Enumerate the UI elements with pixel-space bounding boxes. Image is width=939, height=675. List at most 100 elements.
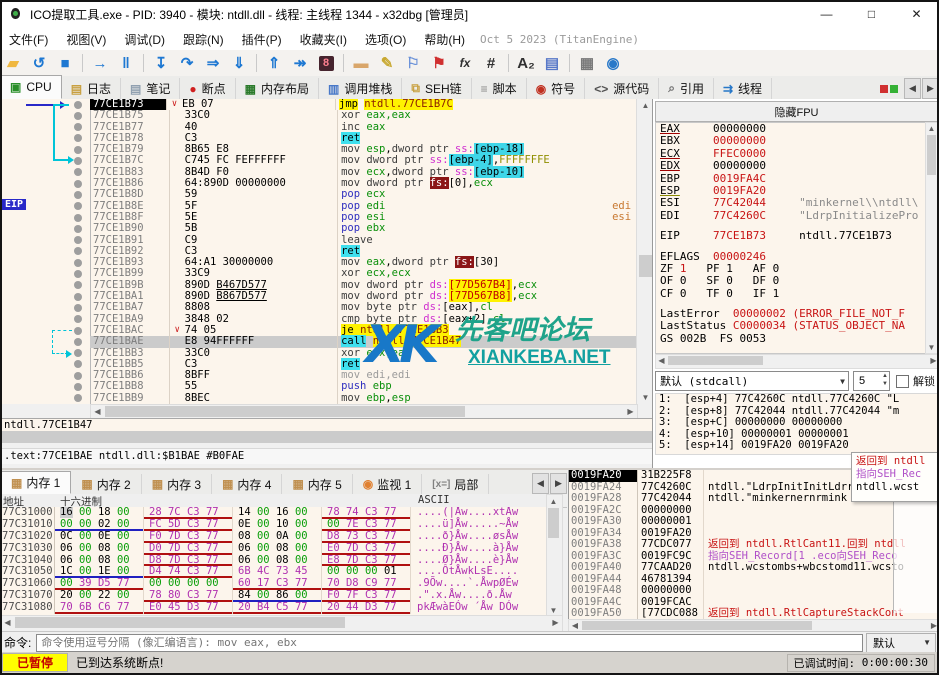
- call-arguments-pane[interactable]: 1: [esp+4] 77C4260C ntdll.77C4260C "L2: …: [655, 393, 939, 455]
- open-file-button[interactable]: ▰: [1, 52, 25, 74]
- register-row[interactable]: CF 0 TF 0 IF 1: [656, 288, 926, 300]
- breakpoint-dot[interactable]: [74, 247, 82, 255]
- breakpoint-dot[interactable]: [74, 259, 82, 267]
- breakpoint-dot[interactable]: [74, 202, 82, 210]
- breakpoint-dot[interactable]: [74, 225, 82, 233]
- breakpoint-dot[interactable]: [74, 327, 82, 335]
- menu-item[interactable]: 插件(P): [233, 31, 291, 48]
- register-row[interactable]: ZF 1 PF 1 AF 0: [656, 263, 926, 275]
- stack-row[interactable]: 0019FA4077CAAD20ntdll.wcstombs+wbcstomd1…: [569, 562, 939, 574]
- stack-row[interactable]: 0019FA3000000001: [569, 516, 939, 528]
- tabs-scroll-right[interactable]: ▶: [922, 78, 939, 99]
- tab-notes[interactable]: ▤笔记: [121, 78, 180, 99]
- argument-row[interactable]: 5: [esp+14] 0019FA20 0019FA20: [656, 440, 939, 452]
- disasm-row[interactable]: 77CE1B91C9leave: [90, 235, 636, 246]
- breakpoint-dot[interactable]: [74, 101, 82, 109]
- menu-item[interactable]: 视图(V): [57, 31, 115, 48]
- stack-row[interactable]: 0019FA4446781394: [569, 574, 939, 586]
- breakpoint-dot[interactable]: [74, 146, 82, 154]
- breakpoint-dot[interactable]: [74, 360, 82, 368]
- breakpoint-dot[interactable]: [74, 281, 82, 289]
- comment-button[interactable]: ✎: [375, 52, 399, 74]
- breakpoint-dot[interactable]: [74, 191, 82, 199]
- disasm-row[interactable]: 77CE1BB98BECmov ebp,esp: [90, 393, 636, 404]
- breakpoint-dot[interactable]: [74, 383, 82, 391]
- label-button[interactable]: ⚐: [401, 52, 425, 74]
- register-row[interactable]: EBX 00000000: [656, 135, 926, 147]
- maximize-button[interactable]: □: [849, 0, 894, 28]
- stack-row[interactable]: 0019FA3877CDC077返回到 ntdll.RtlCant11.回到 n…: [569, 539, 939, 551]
- run-to-user-code-button[interactable]: ↠: [288, 52, 312, 74]
- dump-tab-内存5[interactable]: ▦内存 5: [282, 474, 352, 494]
- tab-cpu[interactable]: ▣CPU: [0, 75, 62, 99]
- breakpoint-dot[interactable]: [74, 372, 82, 380]
- command-profile-select[interactable]: 默认 ▼: [866, 633, 936, 653]
- dump-tabs-scroll-right[interactable]: ▶: [550, 473, 567, 494]
- globe-button[interactable]: ◉: [601, 52, 625, 74]
- tab-seh[interactable]: ⧉SEH链: [402, 78, 471, 99]
- stack-row[interactable]: 0019FA2C00000000: [569, 505, 939, 517]
- dump-vscrollbar[interactable]: ▲ ▼: [546, 494, 563, 617]
- disasm-row[interactable]: 77CE1BB333C0xor eax,eax: [90, 348, 636, 359]
- pause-button[interactable]: ‖: [114, 52, 138, 74]
- breakpoint-dot[interactable]: [74, 394, 82, 402]
- tab-memory-map[interactable]: ▦内存布局: [236, 78, 319, 99]
- hash-button[interactable]: #: [479, 52, 503, 74]
- font-size-button[interactable]: A₂: [514, 52, 538, 74]
- register-row[interactable]: GS 002B FS 0053: [656, 333, 926, 345]
- dump-tab-局部[interactable]: [x=]局部: [422, 474, 489, 494]
- close-button[interactable]: ✕: [894, 0, 939, 28]
- register-row[interactable]: EBP 0019FA4C: [656, 173, 926, 185]
- stack-row[interactable]: 0019FA50[77CDC088返回到 ntdll.RtlCaptureSta…: [569, 608, 939, 619]
- breakpoint-dot[interactable]: [74, 134, 82, 142]
- calling-convention-select[interactable]: 默认 (stdcall) ▼: [655, 371, 849, 391]
- bookmark-button[interactable]: ⚑: [427, 52, 451, 74]
- dump-tab-监视1[interactable]: ◉监视 1: [353, 474, 423, 494]
- registers-hscrollbar[interactable]: ◀ ▶: [655, 354, 939, 369]
- register-row[interactable]: LastError 00000002 (ERROR_FILE_NOT_F: [656, 308, 926, 320]
- patch-button[interactable]: ▬: [349, 52, 373, 74]
- dump-tab-内存3[interactable]: ▦内存 3: [142, 474, 212, 494]
- breakpoint-dot[interactable]: [74, 293, 82, 301]
- stop-button[interactable]: ■: [53, 52, 77, 74]
- menu-item[interactable]: 选项(O): [356, 31, 415, 48]
- argument-row[interactable]: 1: [esp+4] 77C4260C ntdll.77C4260C "L: [656, 394, 939, 406]
- dump-hscrollbar[interactable]: ◀ ▶: [0, 615, 563, 632]
- run-button[interactable]: →: [88, 52, 112, 74]
- register-row[interactable]: EFLAGS 00000246: [656, 251, 926, 263]
- disassembly-pane[interactable]: 77CE1B73∨EB 07jmp ntdll.77CE1B7C77CE1B75…: [0, 99, 652, 404]
- breakpoint-dot[interactable]: [74, 123, 82, 131]
- phone-button[interactable]: ▤: [540, 52, 564, 74]
- command-input[interactable]: [36, 634, 863, 652]
- menu-item[interactable]: 收藏夹(I): [291, 31, 356, 48]
- tab-call-stack[interactable]: ▥调用堆栈: [319, 78, 402, 99]
- stack-row[interactable]: 0019FA4800000000: [569, 585, 939, 597]
- breakpoint-dot[interactable]: [74, 180, 82, 188]
- register-row[interactable]: EDI 77C4260C "LdrpInitializePro: [656, 210, 926, 222]
- tab-source[interactable]: <>源代码: [585, 78, 659, 99]
- breakpoint-dot[interactable]: [74, 338, 82, 346]
- calculator-button[interactable]: ▦: [575, 52, 599, 74]
- dump-row[interactable]: 77C3108070 6B C6 77E0 45 D3 7720 B4 C5 7…: [0, 602, 546, 614]
- menu-item[interactable]: 帮助(H): [415, 31, 474, 48]
- breakpoint-dot[interactable]: [74, 270, 82, 278]
- memory-dump-pane[interactable]: 77C3100016 00 18 0028 7C C3 7714 00 16 0…: [0, 507, 546, 615]
- breakpoint-dot[interactable]: [74, 236, 82, 244]
- register-row[interactable]: EAX 00000000: [656, 123, 926, 135]
- register-row[interactable]: ESI 77C42044 "minkernel\\ntdll\: [656, 197, 926, 209]
- tab-references[interactable]: ⌕引用: [659, 78, 714, 99]
- breakpoint-dot[interactable]: [74, 315, 82, 323]
- execute-till-return-button[interactable]: ⇓: [227, 52, 251, 74]
- registers-list[interactable]: EAX 00000000EBX 00000000ECX FFEC0000EDX …: [655, 122, 927, 354]
- restart-button[interactable]: ↺: [27, 52, 51, 74]
- step-into-button[interactable]: ↧: [149, 52, 173, 74]
- breakpoint-dot[interactable]: [74, 157, 82, 165]
- register-row[interactable]: OF 0 SF 0 DF 0: [656, 275, 926, 287]
- menu-item[interactable]: 调试(D): [115, 31, 174, 48]
- breakpoint-dot[interactable]: [74, 349, 82, 357]
- tab-threads[interactable]: ⇉线程: [714, 78, 772, 99]
- registers-vscrollbar[interactable]: ▲ ▼: [925, 122, 939, 354]
- handles-icon[interactable]: [879, 84, 899, 94]
- dump-tab-内存2[interactable]: ▦内存 2: [71, 474, 141, 494]
- hide-fpu-button[interactable]: 隐藏FPU: [655, 101, 938, 122]
